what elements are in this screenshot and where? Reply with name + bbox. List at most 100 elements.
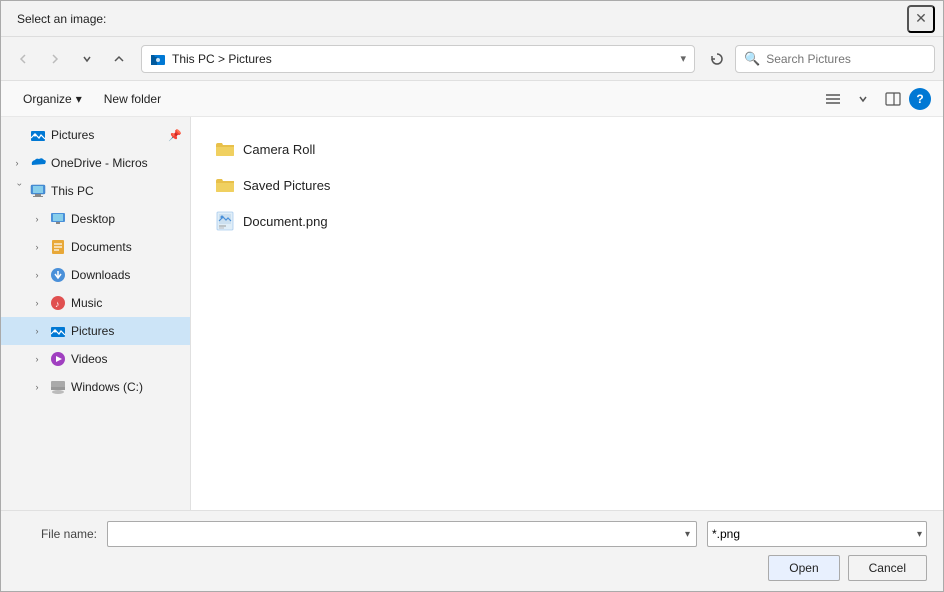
pictures-icon	[29, 126, 47, 144]
chevron-icon: ›	[29, 379, 45, 395]
file-name: Document.png	[243, 214, 328, 229]
view-list-button[interactable]	[819, 85, 847, 113]
up-button[interactable]	[105, 45, 133, 73]
refresh-icon	[710, 52, 724, 66]
filetype-select-wrap[interactable]: *.png *.jpg *.jpeg *.bmp *.gif All Files…	[707, 521, 927, 547]
downloads-icon	[49, 266, 67, 284]
onedrive-icon	[29, 154, 47, 172]
toolbar: Organize ▾ New folder	[1, 81, 943, 117]
address-bar-icon	[150, 51, 166, 67]
filetype-select[interactable]: *.png *.jpg *.jpeg *.bmp *.gif All Files…	[712, 527, 917, 541]
refresh-button[interactable]	[703, 45, 731, 73]
pin-icon: 📌	[168, 129, 182, 142]
pictures-folder-icon	[49, 322, 67, 340]
sidebar-item-label: This PC	[51, 184, 94, 198]
new-folder-label: New folder	[104, 92, 161, 106]
back-button[interactable]	[9, 45, 37, 73]
sidebar-item-pictures-pinned[interactable]: Pictures 📌	[1, 121, 190, 149]
open-button[interactable]: Open	[768, 555, 839, 581]
close-button[interactable]: ✕	[907, 5, 935, 33]
sidebar-item-windows[interactable]: › Windows (C:)	[1, 373, 190, 401]
back-icon	[17, 53, 29, 65]
chevron-icon: ›	[29, 239, 45, 255]
chevron-icon: ›	[9, 155, 25, 171]
organize-button[interactable]: Organize ▾	[13, 86, 92, 112]
file-name: Saved Pictures	[243, 178, 330, 193]
preview-pane-button[interactable]	[879, 85, 907, 113]
sidebar-item-label: Music	[71, 296, 102, 310]
search-icon: 🔍	[744, 51, 760, 67]
sidebar-item-label: OneDrive - Micros	[51, 156, 148, 170]
address-path: This PC > Pictures	[172, 52, 674, 66]
sidebar-item-onedrive[interactable]: › OneDrive - Micros	[1, 149, 190, 177]
up-icon	[113, 53, 125, 65]
cancel-button[interactable]: Cancel	[848, 555, 927, 581]
file-item-document-png[interactable]: Document.png	[207, 205, 927, 237]
sidebar-item-label: Downloads	[71, 268, 130, 282]
sidebar-item-pictures[interactable]: › Pictures	[1, 317, 190, 345]
chevron-down-icon	[82, 54, 92, 64]
dropdown-recent-button[interactable]	[73, 45, 101, 73]
filename-input[interactable]	[112, 527, 683, 541]
forward-icon	[49, 53, 61, 65]
image-file-icon	[215, 211, 235, 231]
sidebar-item-music[interactable]: › ♪ Music	[1, 289, 190, 317]
view-list-icon	[825, 92, 841, 106]
view-options-chevron-icon	[858, 94, 868, 104]
filename-input-wrap[interactable]: ▾	[107, 521, 697, 547]
chevron-expanded-icon: ›	[9, 183, 25, 199]
filename-label: File name:	[17, 527, 97, 541]
organize-chevron: ▾	[76, 92, 82, 106]
folder-icon	[215, 139, 235, 159]
file-item-camera-roll[interactable]: Camera Roll	[207, 133, 927, 165]
search-input[interactable]	[766, 52, 926, 66]
sidebar-item-label: Pictures	[51, 128, 94, 142]
search-box[interactable]: 🔍	[735, 45, 935, 73]
chevron-icon: ›	[29, 323, 45, 339]
windows-drive-icon	[49, 378, 67, 396]
sidebar-item-downloads[interactable]: › Downloads	[1, 261, 190, 289]
chevron-icon: ›	[29, 267, 45, 283]
dialog-title: Select an image:	[17, 12, 106, 26]
footer: File name: ▾ *.png *.jpg *.jpeg *.bmp *.…	[1, 510, 943, 591]
organize-label: Organize	[23, 92, 72, 106]
chevron-icon	[9, 127, 25, 143]
videos-icon	[49, 350, 67, 368]
music-icon: ♪	[49, 294, 67, 312]
file-dialog: Select an image: ✕ Th	[0, 0, 944, 592]
address-bar[interactable]: This PC > Pictures ▾	[141, 45, 695, 73]
documents-icon	[49, 238, 67, 256]
forward-button[interactable]	[41, 45, 69, 73]
chevron-icon: ›	[29, 351, 45, 367]
filename-dropdown-icon[interactable]: ▾	[683, 529, 692, 540]
desktop-icon	[49, 210, 67, 228]
sidebar-item-label: Windows (C:)	[71, 380, 143, 394]
sidebar-item-label: Desktop	[71, 212, 115, 226]
sidebar-item-label: Videos	[71, 352, 107, 366]
chevron-icon: ›	[29, 211, 45, 227]
file-item-saved-pictures[interactable]: Saved Pictures	[207, 169, 927, 201]
sidebar-item-desktop[interactable]: › Desktop	[1, 205, 190, 233]
chevron-icon: ›	[29, 295, 45, 311]
address-chevron: ▾	[680, 52, 686, 65]
footer-buttons: Open Cancel	[17, 555, 927, 581]
view-options-button[interactable]	[849, 85, 877, 113]
title-bar: Select an image: ✕	[1, 1, 943, 37]
preview-pane-icon	[885, 92, 901, 106]
sidebar-item-videos[interactable]: › Videos	[1, 345, 190, 373]
help-label: ?	[916, 92, 923, 106]
filename-row: File name: ▾ *.png *.jpg *.jpeg *.bmp *.…	[17, 521, 927, 547]
main-area: Pictures 📌 › OneDrive - Micros › This PC	[1, 117, 943, 510]
toolbar-view-buttons: ?	[819, 85, 931, 113]
folder-icon	[215, 175, 235, 195]
sidebar-item-thispc[interactable]: › This PC	[1, 177, 190, 205]
sidebar-item-label: Documents	[71, 240, 132, 254]
file-content-area: Camera Roll Saved Pictures	[191, 117, 943, 510]
nav-bar: This PC > Pictures ▾ 🔍	[1, 37, 943, 81]
filetype-chevron-icon: ▾	[917, 529, 922, 540]
new-folder-button[interactable]: New folder	[94, 86, 171, 112]
help-button[interactable]: ?	[909, 88, 931, 110]
sidebar-item-documents[interactable]: › Documents	[1, 233, 190, 261]
thispc-icon	[29, 182, 47, 200]
svg-text:♪: ♪	[55, 299, 60, 309]
